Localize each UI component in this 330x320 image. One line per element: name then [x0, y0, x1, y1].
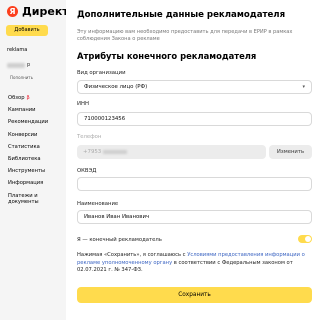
account-name[interactable]: р [7, 62, 30, 68]
phone-blurred [102, 149, 127, 154]
agreement-prefix: Нажимая «Сохранить», я соглашаюсь с [77, 252, 188, 258]
phone-field: +7953 [77, 145, 266, 159]
page-title: Дополнительные данные рекламодателя [77, 10, 286, 20]
chevron-down-icon: ▾ [302, 84, 305, 90]
logo-text: Директ [22, 5, 69, 18]
sidebar-item-library[interactable]: Библиотека [8, 156, 60, 168]
org-type-select[interactable]: Физическое лицо (РФ) ▾ [77, 80, 312, 94]
toggle-knob [305, 236, 311, 242]
sidebar: Я Директ Добавить reklama р Пополнить Об… [0, 0, 69, 320]
sidebar-item-label: Обзор [8, 95, 25, 101]
sidebar-item-payments[interactable]: Платежи и документы [8, 193, 60, 211]
sidebar-item-statistics[interactable]: Статистика [8, 144, 60, 156]
account-initial: р [27, 62, 31, 68]
add-button[interactable]: Добавить [6, 25, 48, 36]
save-button[interactable]: Сохранить [77, 287, 312, 303]
end-advertiser-label: Я — конечный рекламодатель [77, 237, 162, 243]
phone-prefix: +7953 [83, 149, 102, 155]
name-label: Наименование [77, 201, 119, 207]
intro-text: Эту информацию вам необходимо предостави… [77, 29, 293, 42]
org-type-value: Физическое лицо (РФ) [84, 84, 148, 90]
sidebar-item-recommendations[interactable]: Рекомендации [8, 119, 60, 131]
inn-label: ИНН [77, 101, 89, 107]
main-panel: Дополнительные данные рекламодателя Эту … [66, 0, 330, 320]
top-up-link[interactable]: Пополнить [10, 75, 33, 80]
sidebar-item-overview[interactable]: Обзор β [8, 95, 60, 107]
section-title: Атрибуты конечного рекламодателя [77, 51, 257, 61]
inn-field[interactable]: 710000123456 [77, 112, 312, 126]
end-advertiser-toggle[interactable] [298, 235, 312, 243]
okved-field[interactable] [77, 177, 312, 191]
account-login[interactable]: reklama [7, 47, 65, 53]
phone-label: Телефон [77, 134, 102, 140]
sidebar-item-tools[interactable]: Инструменты [8, 168, 60, 180]
sidebar-item-conversions[interactable]: Конверсии [8, 132, 60, 144]
sidebar-item-campaigns[interactable]: Кампании [8, 107, 60, 119]
change-phone-button[interactable]: Изменить [269, 145, 312, 159]
beta-badge: β [26, 95, 30, 101]
org-type-label: Вид организации [77, 70, 126, 76]
sidebar-nav: Обзор β Кампании Рекомендации Конверсии С… [8, 95, 60, 211]
account-name-blurred [7, 62, 25, 68]
agreement-text: Нажимая «Сохранить», я соглашаюсь с Усло… [77, 252, 317, 275]
logo[interactable]: Я Директ [7, 5, 69, 18]
okved-label: ОКВЭД [77, 168, 97, 174]
yandex-logo-icon: Я [7, 6, 18, 17]
name-field[interactable]: Иванов Иван Иванович [77, 210, 312, 224]
sidebar-item-information[interactable]: Информация [8, 180, 60, 192]
